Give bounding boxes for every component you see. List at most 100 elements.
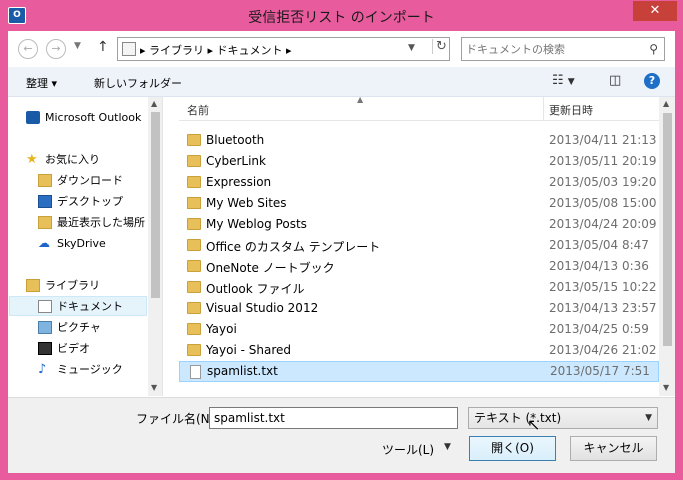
file-name: Office のカスタム テンプレート — [206, 240, 381, 254]
file-row-selected[interactable]: spamlist.txt 2013/05/17 7:51 — [179, 361, 659, 382]
folder-icon — [187, 155, 201, 167]
folder-icon — [187, 239, 201, 251]
outlook-icon — [26, 111, 40, 124]
search-box[interactable]: ⚲ — [461, 37, 665, 61]
new-folder-button[interactable]: 新しいフォルダー — [94, 75, 182, 91]
file-name: My Weblog Posts — [206, 217, 307, 231]
scroll-up-arrow-icon[interactable]: ▲ — [151, 99, 157, 108]
file-row[interactable]: Bluetooth 2013/04/11 21:13 — [179, 130, 659, 151]
filename-label: ファイル名(N): — [136, 412, 219, 426]
file-date: 2013/04/13 0:36 — [549, 259, 649, 273]
close-button[interactable]: ✕ — [633, 1, 677, 21]
folder-icon — [187, 302, 201, 314]
address-dropdown-button[interactable]: ▼ — [408, 43, 415, 53]
file-date: 2013/04/26 21:02 — [549, 343, 657, 357]
scroll-down-arrow-icon[interactable]: ▼ — [151, 383, 157, 392]
file-type-value: テキスト (*.txt) — [474, 411, 562, 425]
mouse-cursor-icon: ↖ — [527, 415, 541, 434]
file-row[interactable]: Visual Studio 2012 2013/04/13 23:57 — [179, 298, 659, 319]
file-date: 2013/04/24 20:09 — [549, 217, 657, 231]
text-file-icon — [190, 365, 201, 379]
dialog-window: O 受信拒否リスト のインポート ✕ ← → ▼ ↑ ▸ ライブラリ ▸ ドキュ… — [0, 0, 683, 480]
file-row[interactable]: OneNote ノートブック 2013/04/13 0:36 — [179, 256, 659, 277]
tools-menu-button[interactable]: ツール(L) — [382, 441, 434, 458]
file-name: CyberLink — [206, 154, 266, 168]
recent-locations-button[interactable]: ▼ — [74, 41, 81, 51]
address-bar[interactable]: ▸ ライブラリ ▸ ドキュメント ▸ ▼ ↻ — [117, 37, 450, 61]
file-type-select[interactable]: テキスト (*.txt) ▼ — [468, 407, 658, 429]
scroll-down-arrow-icon[interactable]: ▼ — [663, 383, 669, 392]
back-button[interactable]: ← — [18, 39, 38, 59]
file-row[interactable]: My Web Sites 2013/05/08 15:00 — [179, 193, 659, 214]
file-row[interactable]: Expression 2013/05/03 19:20 — [179, 172, 659, 193]
file-name: My Web Sites — [206, 196, 287, 210]
column-header-date[interactable]: 更新日時 — [549, 102, 593, 118]
skydrive-icon: ☁ — [38, 236, 50, 250]
file-list-scrollbar[interactable]: ▲ ▼ — [659, 97, 675, 396]
file-name: spamlist.txt — [207, 364, 278, 378]
chevron-down-icon: ▼ — [567, 77, 575, 87]
forward-button[interactable]: → — [46, 39, 66, 59]
file-row[interactable]: CyberLink 2013/05/11 20:19 — [179, 151, 659, 172]
file-list-header: ▲ 名前 更新日時 — [179, 97, 659, 121]
documents-location-icon — [122, 42, 136, 56]
open-button[interactable]: 開く(O) — [469, 436, 556, 461]
window-title: 受信拒否リスト のインポート — [248, 10, 435, 26]
file-date: 2013/04/11 21:13 — [549, 133, 657, 147]
file-name: Expression — [206, 175, 272, 189]
web-folder-icon — [187, 197, 201, 209]
preview-pane-icon: ◫ — [609, 73, 622, 88]
nav-item-documents[interactable]: ドキュメント — [9, 296, 147, 316]
scrollbar-thumb[interactable] — [663, 113, 672, 346]
star-icon: ★ — [26, 152, 38, 167]
up-button[interactable]: ↑ — [97, 39, 109, 55]
folder-icon — [187, 176, 201, 188]
navigation-pane: Microsoft Outlook ★ お気に入り ダウンロード デスクトップ … — [8, 97, 163, 396]
folder-icon — [187, 218, 201, 230]
refresh-icon: ↻ — [436, 39, 447, 54]
scrollbar-thumb[interactable] — [151, 112, 160, 298]
cancel-button[interactable]: キャンセル — [570, 436, 657, 461]
title-bar[interactable]: O 受信拒否リスト のインポート ✕ — [0, 0, 683, 31]
search-input[interactable] — [466, 40, 636, 58]
filename-input[interactable] — [209, 407, 458, 429]
refresh-button[interactable]: ↻ — [432, 39, 450, 54]
arrow-up-icon: ↑ — [97, 39, 109, 55]
nav-pane-scrollbar[interactable]: ▲ ▼ — [148, 97, 162, 396]
column-header-name[interactable]: 名前 — [187, 102, 209, 118]
file-row[interactable]: Yayoi - Shared 2013/04/26 21:02 — [179, 340, 659, 361]
file-name: Visual Studio 2012 — [206, 301, 319, 315]
folder-icon — [187, 260, 201, 272]
file-row[interactable]: Office のカスタム テンプレート 2013/05/04 8:47 — [179, 235, 659, 256]
folder-icon — [187, 323, 201, 335]
file-date: 2013/05/15 10:22 — [549, 280, 657, 294]
folder-icon — [187, 281, 201, 293]
navigation-bar: ← → ▼ ↑ ▸ ライブラリ ▸ ドキュメント ▸ ▼ ↻ ⚲ — [8, 31, 675, 67]
desktop-icon — [38, 195, 52, 208]
dialog-bottom-panel: ファイル名(N): テキスト (*.txt) ▼ ツール(L) ▼ 開く(O) … — [8, 397, 675, 473]
library-icon — [26, 279, 40, 292]
organize-button[interactable]: 整理 ▾ — [26, 75, 57, 91]
file-row[interactable]: My Weblog Posts 2013/04/24 20:09 — [179, 214, 659, 235]
command-toolbar: 整理 ▾ 新しいフォルダー ☷ ▼ ◫ ? — [8, 67, 675, 97]
arrow-left-icon: ← — [23, 42, 33, 55]
file-row[interactable]: Yayoi 2013/04/25 0:59 — [179, 319, 659, 340]
recent-places-icon — [38, 216, 52, 229]
file-row[interactable]: Outlook ファイル 2013/05/15 10:22 — [179, 277, 659, 298]
file-list-pane: ▲ 名前 更新日時 Bluetooth 2013/04/11 21:13 Cyb… — [179, 97, 675, 396]
chevron-down-icon: ▼ — [645, 413, 652, 423]
dialog-client: ← → ▼ ↑ ▸ ライブラリ ▸ ドキュメント ▸ ▼ ↻ ⚲ 整理 ▾ 新し… — [8, 31, 675, 473]
chevron-down-icon: ▼ — [408, 43, 415, 53]
arrow-right-icon: → — [51, 42, 61, 55]
view-options-button[interactable]: ☷ ▼ — [552, 73, 575, 88]
scroll-up-arrow-icon[interactable]: ▲ — [663, 99, 669, 108]
help-button[interactable]: ? — [644, 73, 660, 89]
search-icon[interactable]: ⚲ — [649, 42, 658, 56]
file-date: 2013/04/25 0:59 — [549, 322, 649, 336]
address-path[interactable]: ▸ ライブラリ ▸ ドキュメント ▸ — [140, 42, 292, 58]
chevron-down-icon[interactable]: ▼ — [444, 442, 451, 452]
preview-pane-button[interactable]: ◫ — [609, 73, 621, 88]
file-date: 2013/05/11 20:19 — [549, 154, 657, 168]
file-date: 2013/05/08 15:00 — [549, 196, 657, 210]
column-divider[interactable] — [543, 97, 544, 121]
